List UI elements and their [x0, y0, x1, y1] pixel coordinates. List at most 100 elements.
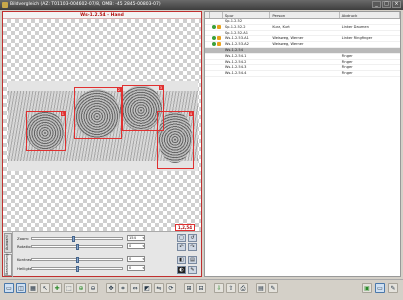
cell-person	[270, 19, 339, 24]
table-row[interactable]: Ws-1.2.54.4 Finger	[205, 71, 400, 77]
add-marker-icon[interactable]: ⊕	[76, 283, 86, 293]
status-icons	[210, 60, 223, 65]
cell-spur: Sp-1.2.52	[224, 19, 243, 23]
zoom-in-icon[interactable]: ⊞	[184, 283, 194, 293]
rotation-slider[interactable]	[31, 243, 123, 250]
cell-spur: Ws-1.2.54.4	[224, 71, 247, 76]
cell-person	[270, 71, 339, 76]
layout-single-icon[interactable]: ▭	[4, 283, 14, 293]
cell-person: Weisweg, Werner	[272, 36, 304, 41]
status-icons	[210, 54, 223, 59]
status-icons	[210, 48, 223, 53]
status-icons	[210, 65, 223, 70]
cell-spur: Ws-1.2.53.A2	[224, 42, 249, 47]
fit-icon[interactable]: ▢	[177, 234, 186, 242]
zoom-out-icon[interactable]: ⊟	[196, 283, 206, 293]
image-panel: Ws-1.2.54 - Hand 1 2 3 4 1,2,54 Auswahl …	[2, 11, 202, 277]
cell-person	[270, 48, 339, 53]
pointer-icon[interactable]: ↖	[40, 283, 50, 293]
bottom-toolbar: ▭ ◫ ▦ ↖ ✚ ⬚ ⊕ ⊖ ✥ ⌗ ⇔ ◩ ⇋ ⟳ ⊞ ⊟ ⇩ ⇧ ⎙ ▤ …	[0, 279, 403, 300]
contrast-input[interactable]: 0	[127, 256, 145, 262]
cell-abdruck: Linker Daumen	[341, 24, 369, 29]
scale-tag: 1,2,54	[174, 224, 195, 231]
rotate-right-icon[interactable]: ↷	[188, 243, 197, 251]
cell-abdruck: Linker Ringfinger	[341, 36, 373, 41]
column-person[interactable]: Person	[270, 12, 340, 18]
rotate-left-icon[interactable]: ↶	[177, 243, 186, 251]
cell-spur: Ws-1.2.54.3	[224, 65, 247, 70]
minimize-button[interactable]: _	[372, 1, 381, 8]
table-header: Spur Person Abdruck	[205, 12, 400, 19]
print-icon[interactable]: ⎙	[238, 283, 248, 293]
title-bar: Bildvergleich (AZ: T01103-004602-07/8, O…	[0, 0, 403, 10]
brightness-slider[interactable]	[31, 265, 123, 272]
zoom-slider[interactable]	[31, 235, 123, 242]
status-icons	[210, 24, 223, 30]
tools-icon[interactable]: ✎	[388, 283, 398, 293]
rotation-label: Rotation:	[17, 243, 35, 249]
auto-contrast-icon[interactable]: ◧	[177, 256, 186, 264]
import-icon[interactable]: ⇩	[214, 283, 224, 293]
fingerprint-image[interactable]: 1 2 3 4	[8, 81, 198, 171]
roi-box[interactable]: 2	[74, 87, 122, 139]
layout-split-icon[interactable]: ◫	[16, 283, 26, 293]
app-icon	[2, 2, 8, 8]
roi-box[interactable]: 1	[26, 111, 66, 151]
column-spur[interactable]: Spur	[223, 12, 271, 18]
cell-abdruck: Finger	[341, 53, 353, 58]
image-canvas[interactable]: 1 2 3 4 1,2,54	[3, 19, 201, 231]
invert-icon[interactable]: ◐	[177, 266, 186, 274]
layout-grid-icon[interactable]: ▦	[28, 283, 38, 293]
status-ok-icon	[211, 42, 216, 47]
cell-abdruck: Finger	[341, 71, 353, 76]
contrast-slider[interactable]	[31, 256, 123, 263]
zoom-input[interactable]: 154	[127, 235, 145, 241]
trace-table: Spur Person Abdruck Sp-1.2.52 Sp-1.2.52.2…	[204, 11, 401, 277]
cell-spur: Sp-1.2.52.A1	[224, 30, 249, 35]
export-icon[interactable]: ⇧	[226, 283, 236, 293]
table-body: Sp-1.2.52 Sp-1.2.52.2 Kurz, Kurt Linker Dau…	[205, 19, 400, 77]
image-title: Ws-1.2.54 - Hand	[3, 12, 201, 19]
tab-auswahl[interactable]: Auswahl	[4, 233, 12, 253]
crop-icon[interactable]: ⌗	[118, 283, 128, 293]
contrast-label: Kontrast:	[17, 256, 35, 262]
status-icons	[210, 19, 223, 24]
cell-abdruck	[340, 19, 400, 24]
maximize-button[interactable]: □	[382, 1, 391, 8]
brush-icon[interactable]: ✎	[188, 266, 197, 274]
close-button[interactable]: ×	[392, 1, 401, 8]
add-icon[interactable]: ✚	[52, 283, 62, 293]
select-icon[interactable]: ⬚	[64, 283, 74, 293]
tab-bearbeitung[interactable]: Bearbeitung	[4, 253, 12, 276]
cell-person	[270, 31, 339, 36]
reset-icon[interactable]: ↺	[188, 234, 197, 242]
cell-spur: Sp-1.2.52.2	[224, 24, 246, 29]
monitor-icon[interactable]: ▭	[375, 283, 385, 293]
monitor-left-icon[interactable]: ▣	[362, 283, 372, 293]
brightness-label: Helligkeit:	[17, 265, 36, 271]
column-abdruck[interactable]: Abdruck	[340, 12, 400, 18]
overlay-icon[interactable]: ◩	[142, 283, 152, 293]
align-icon[interactable]: ⇔	[130, 283, 140, 293]
cell-abdruck	[340, 42, 400, 47]
lock-icon	[216, 24, 221, 29]
histogram-icon[interactable]: ▤	[188, 256, 197, 264]
move-icon[interactable]: ✥	[106, 283, 116, 293]
compare-icon[interactable]: ⇋	[154, 283, 164, 293]
status-ok-icon	[211, 36, 216, 41]
notes-icon[interactable]: ✎	[268, 283, 278, 293]
cell-abdruck: Finger	[341, 65, 353, 70]
cell-abdruck: Finger	[341, 59, 353, 64]
remove-marker-icon[interactable]: ⊖	[88, 283, 98, 293]
report-icon[interactable]: ▤	[256, 283, 266, 293]
rotation-input[interactable]: 0	[127, 243, 145, 249]
cell-person: Weisweg, Werner	[272, 42, 304, 47]
image-controls: Auswahl Bearbeitung Zoom: 154 Rotation: …	[3, 231, 201, 277]
lock-icon	[216, 42, 221, 47]
roi-box[interactable]: 4	[157, 111, 194, 169]
brightness-input[interactable]: 0	[127, 265, 145, 271]
sync-icon[interactable]: ⟳	[166, 283, 176, 293]
status-icons	[210, 36, 223, 41]
cell-person	[270, 54, 339, 59]
window-title: Bildvergleich (AZ: T01103-004602-07/8, O…	[10, 2, 161, 7]
